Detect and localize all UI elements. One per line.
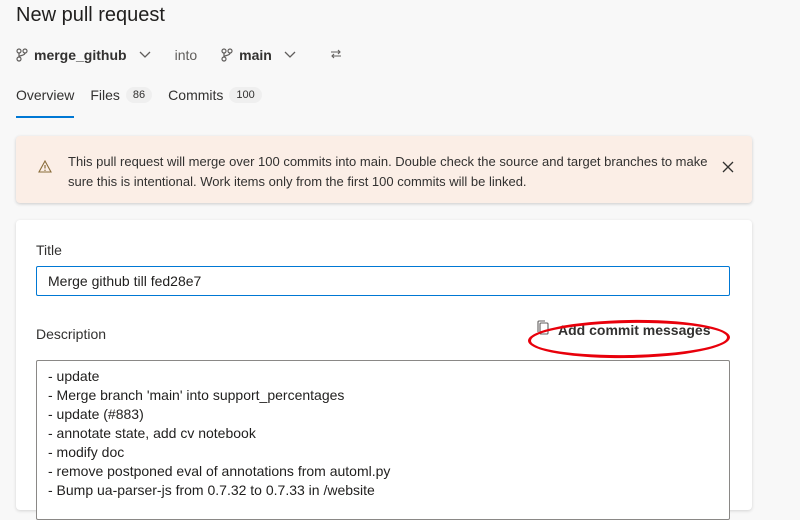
description-line: - Bump ua-parser-js from 0.7.32 to 0.7.3… [48,482,375,498]
source-branch-dropdown[interactable]: merge_github [16,47,151,63]
description-textarea[interactable]: - update - Merge branch 'main' into supp… [36,360,730,520]
add-commit-messages-label: Add commit messages [558,321,711,338]
description-line: - update (#883) [48,406,144,422]
copy-icon [536,320,550,339]
title-input[interactable] [36,266,730,296]
title-label: Title [36,242,62,258]
add-commit-messages-button[interactable]: Add commit messages [536,320,711,339]
description-line: - update [48,368,100,384]
description-line: - remove postponed eval of annotations f… [48,463,391,479]
tab-overview[interactable]: Overview [16,80,75,118]
chevron-down-icon [139,51,151,59]
description-label: Description [36,326,107,342]
target-branch-dropdown[interactable]: main [221,47,296,63]
target-branch-name: main [239,47,272,63]
tab-files[interactable]: Files 86 [90,80,153,110]
description-line: - annotate state, add cv notebook [48,425,256,441]
tab-label: Commits [168,87,224,103]
pull-request-form: Title Description Add commit messages - … [16,220,752,520]
warning-banner: This pull request will merge over 100 co… [16,136,752,203]
description-line: - modify doc [48,444,125,460]
swap-branches-icon[interactable] [330,47,342,63]
files-count-badge: 86 [125,87,153,103]
chevron-down-icon [284,51,296,59]
branch-icon [221,48,233,62]
page-title: New pull request [16,4,165,26]
description-line: - Merge branch 'main' into support_perce… [48,387,345,403]
branch-icon [16,48,28,62]
into-label: into [174,47,198,63]
tab-label: Files [90,87,120,103]
tab-label: Overview [16,87,75,103]
source-branch-name: merge_github [34,47,127,63]
warning-message: This pull request will merge over 100 co… [68,154,708,189]
tab-bar: Overview Files 86 Commits 100 [16,80,262,120]
branch-selector-row: merge_github into main [16,44,342,66]
commits-count-badge: 100 [229,87,262,103]
warning-icon [38,159,52,178]
close-icon[interactable] [722,160,734,178]
tab-commits[interactable]: Commits 100 [168,80,262,110]
